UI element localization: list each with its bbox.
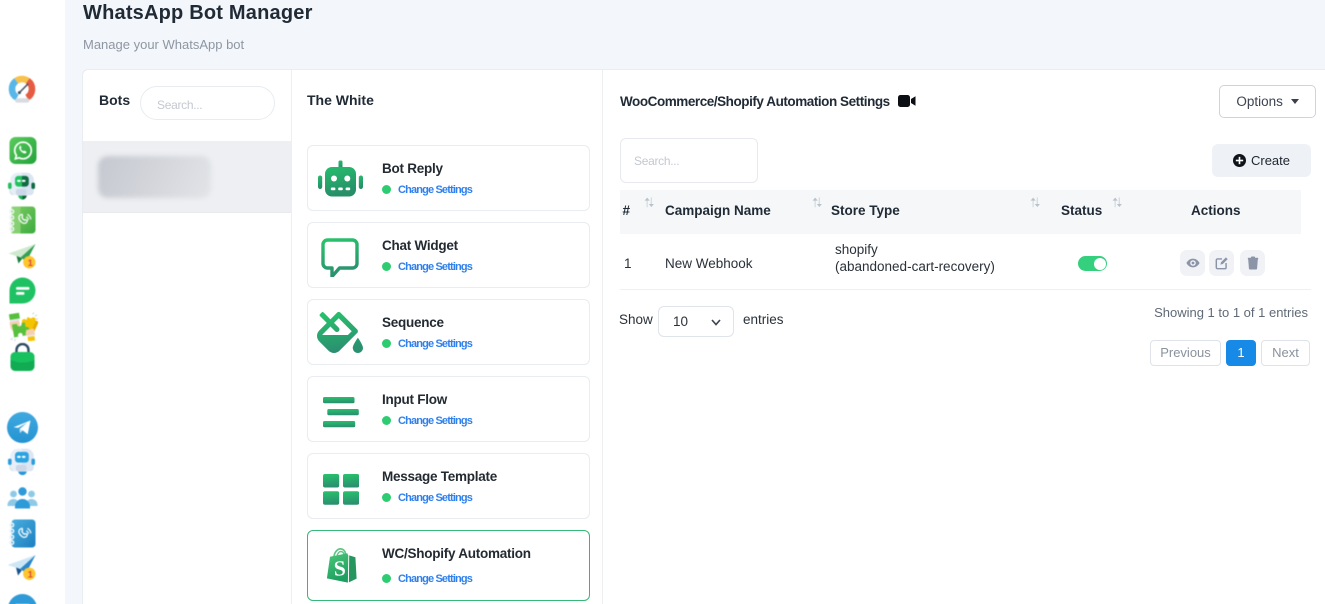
svg-text:1: 1 — [28, 570, 34, 581]
svg-text:S: S — [333, 556, 346, 581]
svg-text:1: 1 — [28, 258, 34, 269]
